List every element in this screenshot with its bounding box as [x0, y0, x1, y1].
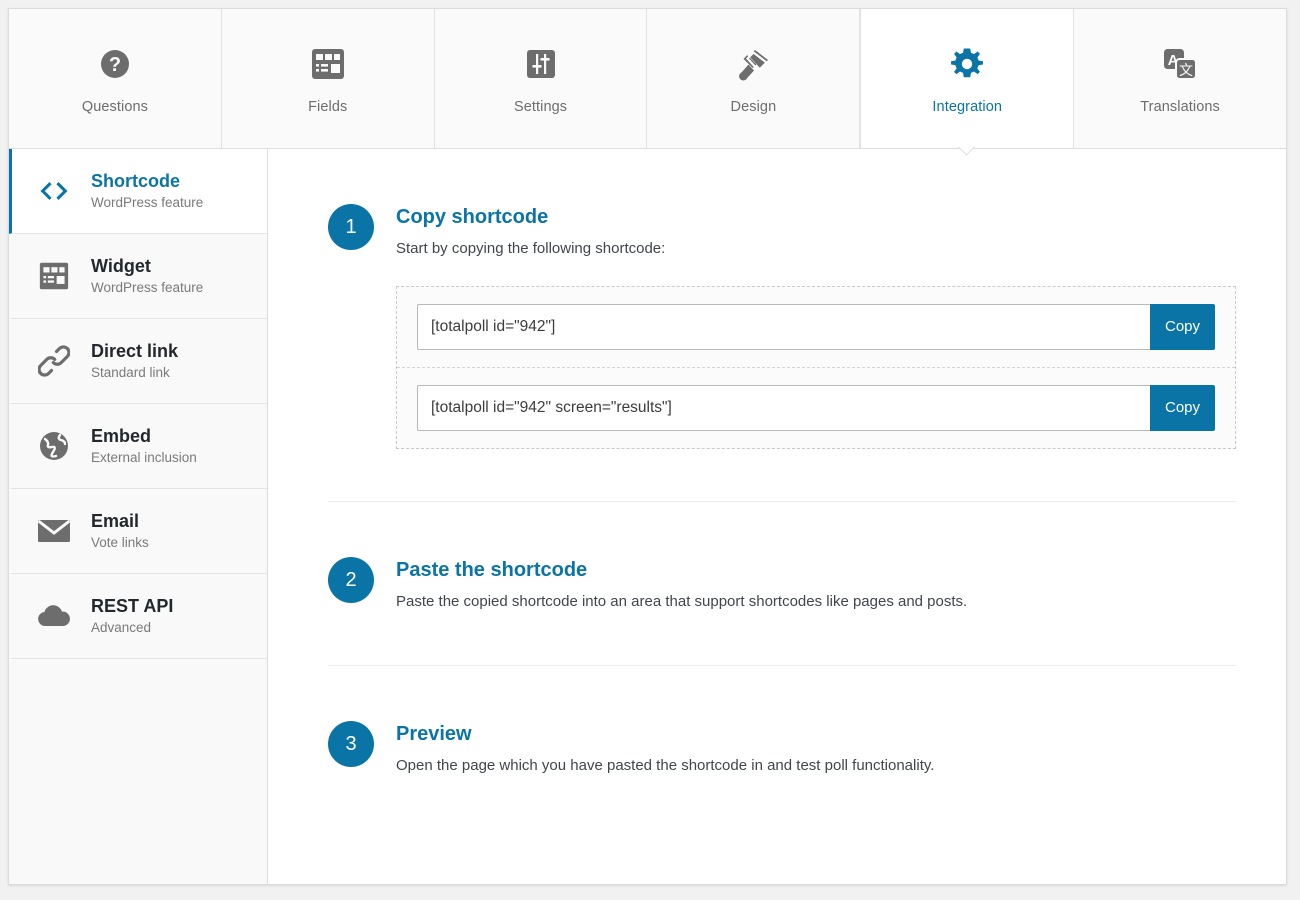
- sidebar-item-subtitle: External inclusion: [91, 449, 197, 465]
- tab-questions[interactable]: ? Questions: [9, 9, 222, 148]
- step-title: Paste the shortcode: [396, 558, 588, 581]
- step-description: Paste the copied shortcode into an area …: [396, 592, 968, 610]
- step-number-badge: 1: [328, 204, 374, 250]
- tab-translations[interactable]: A 文 Translations: [1074, 9, 1286, 148]
- tab-label: Design: [730, 98, 777, 115]
- shortcode-panel: Copy Copy: [396, 285, 1236, 449]
- sidebar-item-subtitle: Advanced: [91, 619, 152, 635]
- tab-fields[interactable]: Fields: [221, 9, 435, 148]
- tab-label: Fields: [308, 98, 348, 115]
- sidebar-empty-space: [9, 659, 267, 884]
- translate-icon: A 文: [1161, 43, 1199, 85]
- sidebar-item-rest-api[interactable]: REST API Advanced: [9, 574, 267, 659]
- svg-text:文: 文: [1179, 62, 1193, 78]
- sidebar-item-subtitle: WordPress feature: [91, 194, 204, 210]
- paintbrush-icon: [735, 43, 771, 85]
- sidebar-item-title: Embed: [91, 425, 152, 446]
- sidebar-item-title: Email: [91, 510, 140, 531]
- sliders-icon: [525, 43, 557, 85]
- sidebar-item-subtitle: Standard link: [91, 364, 170, 380]
- tab-label: Integration: [932, 98, 1003, 115]
- tab-settings[interactable]: Settings: [434, 9, 648, 148]
- integration-panel: ? Questions Fields Settings Design Integ…: [8, 8, 1287, 885]
- tab-integration[interactable]: Integration: [860, 9, 1075, 148]
- sidebar-item-shortcode[interactable]: Shortcode WordPress feature: [9, 149, 267, 234]
- step-number-badge: 2: [328, 556, 374, 603]
- question-circle-icon: ?: [98, 43, 132, 85]
- step-paste-shortcode: 2 Paste the shortcode Paste the copied s…: [328, 502, 1236, 666]
- step-preview: 3 Preview Open the page which you have p…: [328, 666, 1236, 829]
- step-copy-shortcode: 1 Copy shortcode Start by copying the fo…: [328, 149, 1236, 502]
- tab-design[interactable]: Design: [647, 9, 861, 148]
- sidebar-item-title: Shortcode: [91, 170, 181, 191]
- content-area: Shortcode WordPress feature Widget WordP…: [9, 149, 1286, 884]
- step-description: Start by copying the following shortcode…: [396, 240, 666, 257]
- form-fields-icon: [310, 43, 346, 85]
- copy-button-default[interactable]: Copy: [1150, 303, 1215, 350]
- step-description: Open the page which you have pasted the …: [396, 756, 935, 774]
- chain-link-icon: [33, 345, 75, 377]
- sidebar-item-email[interactable]: Email Vote links: [9, 489, 267, 574]
- shortcode-input-results[interactable]: [417, 384, 1150, 431]
- step-title: Copy shortcode: [396, 206, 549, 228]
- tab-label: Questions: [81, 98, 148, 115]
- code-brackets-icon: [33, 179, 75, 203]
- sidebar-item-title: Widget: [91, 255, 151, 276]
- shortcode-row: Copy: [397, 287, 1235, 368]
- shortcode-input-default[interactable]: [417, 303, 1150, 350]
- sidebar-item-title: Direct link: [91, 340, 179, 361]
- gear-icon: [949, 43, 985, 85]
- sidebar-item-subtitle: Vote links: [91, 534, 149, 550]
- svg-text:?: ?: [109, 54, 121, 76]
- tab-label: Settings: [513, 98, 568, 115]
- sidebar-item-embed[interactable]: Embed External inclusion: [9, 404, 267, 489]
- active-tab-notch: [957, 147, 977, 157]
- cloud-icon: [33, 603, 75, 629]
- tab-label: Translations: [1140, 98, 1220, 115]
- step-number-badge: 3: [328, 720, 374, 767]
- integration-methods-sidebar: Shortcode WordPress feature Widget WordP…: [9, 149, 268, 884]
- sidebar-item-subtitle: WordPress feature: [91, 279, 204, 295]
- globe-icon: [33, 430, 75, 462]
- sidebar-item-title: REST API: [91, 595, 174, 616]
- sidebar-item-widget[interactable]: Widget WordPress feature: [9, 234, 267, 319]
- step-title: Preview: [396, 722, 472, 745]
- steps-panel: 1 Copy shortcode Start by copying the fo…: [268, 149, 1286, 884]
- envelope-icon: [33, 518, 75, 544]
- widget-layout-icon: [33, 261, 75, 291]
- sidebar-item-direct-link[interactable]: Direct link Standard link: [9, 319, 267, 404]
- top-tabbar: ? Questions Fields Settings Design Integ…: [9, 9, 1286, 149]
- copy-button-results[interactable]: Copy: [1150, 384, 1215, 431]
- shortcode-row: Copy: [397, 368, 1235, 448]
